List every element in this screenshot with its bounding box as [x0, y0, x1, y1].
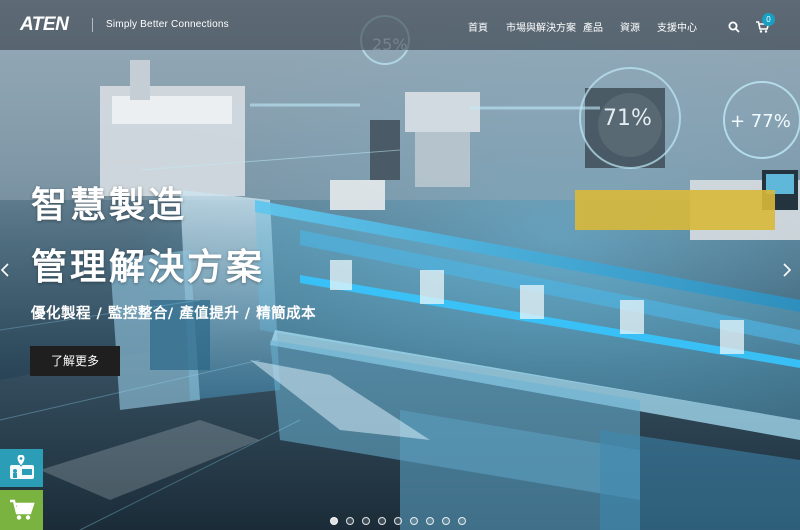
shop-button[interactable] [0, 490, 43, 530]
carousel-dot[interactable] [426, 517, 434, 525]
nav-item-support[interactable]: 支援中心 [657, 19, 697, 34]
hud-percentage-mid: 71% [603, 106, 652, 131]
carousel-dot[interactable] [346, 517, 354, 525]
learn-more-button[interactable]: 了解更多 [30, 346, 120, 376]
carousel-dot[interactable] [378, 517, 386, 525]
nav-item-markets-solutions[interactable]: 市場與解決方案 [506, 19, 576, 34]
logo-divider [92, 18, 93, 32]
carousel-dot[interactable] [442, 517, 450, 525]
top-navigation-bar: ATEN Simply Better Connections 首頁 市場與解決方… [0, 0, 800, 50]
slide-subtitle: 優化製程 / 監控整合/ 產值提升 / 精簡成本 [31, 306, 317, 322]
carousel-dot[interactable] [394, 517, 402, 525]
carousel-dot[interactable] [330, 517, 338, 525]
cart-count-badge: 0 [762, 13, 775, 26]
chevron-right-icon[interactable] [782, 262, 792, 282]
slide-headline-line-1: 智慧製造 [31, 185, 188, 226]
brand-tagline: Simply Better Connections [106, 19, 229, 30]
slide-headline-line-2: 管理解決方案 [31, 247, 266, 288]
logo-wordmark: ATEN [20, 14, 69, 35]
chevron-left-icon[interactable] [0, 262, 10, 282]
store-locator-icon [9, 455, 34, 479]
carousel-pagination [330, 517, 474, 525]
aten-logo[interactable]: ATEN [20, 14, 69, 36]
carousel-dot[interactable] [410, 517, 418, 525]
store-locator-button[interactable] [0, 449, 43, 487]
search-icon[interactable] [728, 20, 740, 33]
carousel-dot[interactable] [362, 517, 370, 525]
nav-item-home[interactable]: 首頁 [468, 19, 488, 34]
carousel-dot[interactable] [458, 517, 466, 525]
nav-item-products[interactable]: 產品 [583, 19, 603, 34]
hud-percentage-right: + 77% [730, 111, 791, 132]
shopping-cart-icon [9, 499, 35, 520]
nav-item-resources[interactable]: 資源 [620, 19, 640, 34]
